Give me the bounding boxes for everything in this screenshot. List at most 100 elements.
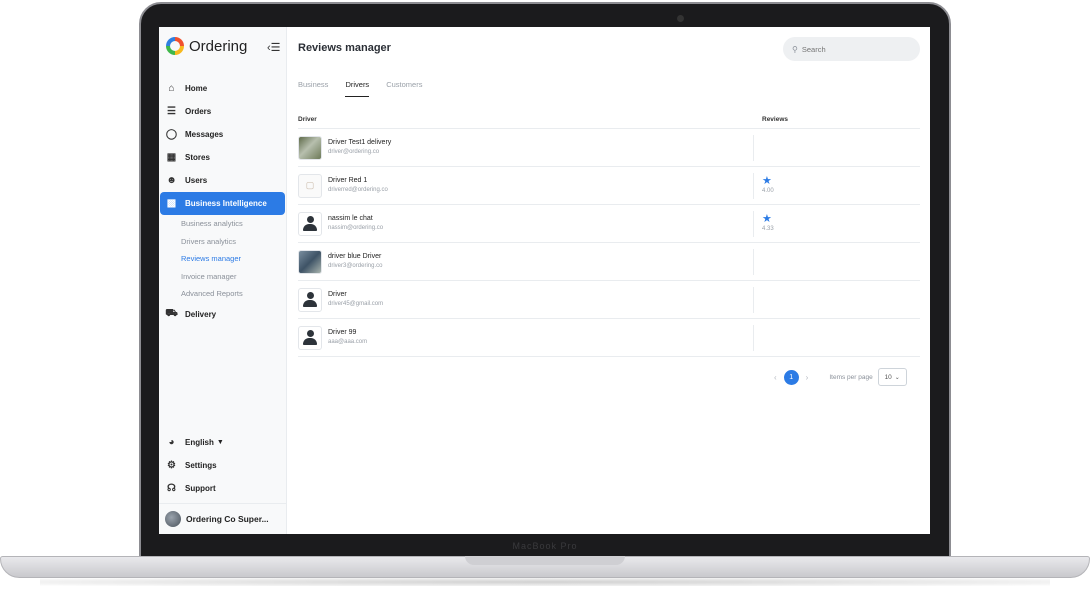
driver-photo xyxy=(298,287,322,312)
search-box[interactable]: ⚲ xyxy=(783,37,920,61)
laptop-notch xyxy=(465,556,625,565)
driver-cell: nassim le chat nassim@ordering.co xyxy=(298,210,754,237)
driver-name: Driver Test1 delivery xyxy=(328,139,392,146)
truck-icon: ⛟ xyxy=(165,307,178,319)
driver-photo xyxy=(298,249,322,274)
chevron-right-icon[interactable]: › xyxy=(806,373,809,382)
chat-icon: ◯ xyxy=(165,129,178,140)
logo[interactable]: Ordering xyxy=(166,37,247,55)
driver-cell: Driver 99 aaa@aaa.com xyxy=(298,324,754,351)
column-header-reviews: Reviews xyxy=(762,116,789,123)
headset-icon: ☊ xyxy=(167,483,176,494)
user-avatar-icon xyxy=(303,292,317,307)
sidebar-item-label: Stores xyxy=(185,153,210,162)
driver-cell: Driver Test1 delivery driver@ordering.co xyxy=(298,134,754,161)
reviews-cell: ★ 4.33 xyxy=(754,214,774,233)
table-row[interactable]: driver blue Driver driver3@ordering.co xyxy=(298,243,920,281)
table-row[interactable]: Driver Test1 delivery driver@ordering.co xyxy=(298,129,920,167)
search-input[interactable] xyxy=(801,44,902,54)
tab-customers[interactable]: Customers xyxy=(386,80,422,97)
driver-name: Driver Red 1 xyxy=(328,177,368,184)
gear-icon: ⚙ xyxy=(167,460,176,471)
chevron-down-icon: ⌄ xyxy=(894,374,900,381)
language-label: English xyxy=(185,438,214,447)
driver-cell: Driver driver45@gmail.com xyxy=(298,286,754,313)
sidebar-item-home[interactable]: ⌂ Home xyxy=(159,77,287,100)
table-row[interactable]: Driver 99 aaa@aaa.com xyxy=(298,319,920,357)
document-icon: ▢ xyxy=(305,180,315,190)
sidebar-item-label: Messages xyxy=(185,130,224,139)
bezel-label: MacBook Pro xyxy=(512,541,578,551)
pagination: ‹ 1 › Items per page 10 ⌄ xyxy=(767,368,907,386)
sidebar-item-business-intelligence[interactable]: ▩ Business Intelligence xyxy=(160,192,285,215)
driver-photo: ▢ xyxy=(298,173,322,198)
rating-value: 4.00 xyxy=(762,188,774,194)
reviews-table: Driver Reviews Driver Test1 delivery dri… xyxy=(298,111,920,357)
table-row[interactable]: ▢ Driver Red 1 driverred@ordering.co ★ 4… xyxy=(298,167,920,205)
driver-photo xyxy=(298,211,322,236)
home-icon: ⌂ xyxy=(168,83,175,94)
sidebar-subitem-business-analytics[interactable]: Business analytics xyxy=(181,215,287,233)
sidebar-item-orders[interactable]: ☰ Orders xyxy=(159,100,287,123)
sidebar-item-label: Users xyxy=(185,176,208,185)
table-row[interactable]: nassim le chat nassim@ordering.co ★ 4.33 xyxy=(298,205,920,243)
user-name: Ordering Co Super... xyxy=(186,514,269,524)
sidebar-item-label: Home xyxy=(185,84,208,93)
screen: Ordering ‹☰ ⌂ Home ☰ Orders ◯ Messages ▦… xyxy=(159,27,930,534)
sidebar-subitem-drivers-analytics[interactable]: Drivers analytics xyxy=(181,233,287,251)
driver-email: driver45@gmail.com xyxy=(328,301,384,307)
table-header: Driver Reviews xyxy=(298,111,920,129)
sidebar-subitem-invoice-manager[interactable]: Invoice manager xyxy=(181,268,287,286)
star-icon: ★ xyxy=(762,175,772,187)
sidebar-bottom: ◕ English ▼ ⚙ Settings ☊ Support xyxy=(159,431,287,500)
sidebar-item-users[interactable]: ☻ Users xyxy=(159,169,287,192)
sidebar-item-support[interactable]: ☊ Support xyxy=(159,477,287,500)
page-title: Reviews manager xyxy=(298,42,391,54)
driver-email: nassim@ordering.co xyxy=(328,225,384,231)
chevron-left-icon[interactable]: ‹ xyxy=(774,373,777,382)
sidebar-item-label: Settings xyxy=(185,461,217,470)
sidebar-item-stores[interactable]: ▦ Stores xyxy=(159,146,287,169)
tab-business[interactable]: Business xyxy=(298,80,328,97)
language-selector[interactable]: ◕ English ▼ xyxy=(159,431,287,454)
user-avatar-icon xyxy=(303,216,317,231)
sidebar-item-label: Delivery xyxy=(185,309,217,319)
driver-email: driver@ordering.co xyxy=(328,149,380,155)
driver-name: Driver 99 xyxy=(328,329,357,336)
sidebar-item-delivery[interactable]: ⛟ Delivery xyxy=(159,303,287,326)
column-header-driver: Driver xyxy=(298,116,317,123)
sidebar-item-label: Support xyxy=(185,484,216,493)
driver-name: nassim le chat xyxy=(328,215,373,222)
globe-icon: ◕ xyxy=(168,437,175,448)
driver-email: driver3@ordering.co xyxy=(328,263,383,269)
sidebar-item-label: Orders xyxy=(185,107,212,116)
sidebar-subitem-reviews-manager[interactable]: Reviews manager xyxy=(181,250,287,268)
rating-value: 4.33 xyxy=(762,226,774,232)
page-number-button[interactable]: 1 xyxy=(783,369,799,385)
collapse-menu-icon[interactable]: ‹☰ xyxy=(267,41,281,54)
store-icon: ▦ xyxy=(166,152,177,163)
sidebar-item-settings[interactable]: ⚙ Settings xyxy=(159,454,287,477)
tab-drivers[interactable]: Drivers xyxy=(345,80,370,97)
driver-name: driver blue Driver xyxy=(328,253,382,260)
bar-chart-icon: ▩ xyxy=(166,198,177,209)
user-avatar-icon xyxy=(303,330,317,345)
sidebar-item-label: Business Intelligence xyxy=(185,199,267,208)
driver-photo xyxy=(298,135,322,160)
reviews-cell: ★ 4.00 xyxy=(754,176,774,195)
logo-icon xyxy=(166,37,184,55)
sidebar-subitem-advanced-reports[interactable]: Advanced Reports xyxy=(181,285,287,303)
driver-email: aaa@aaa.com xyxy=(328,339,368,345)
sidebar-sub-list: Business analytics Drivers analytics Rev… xyxy=(159,215,287,303)
driver-email: driverred@ordering.co xyxy=(328,187,388,193)
items-per-page-select[interactable]: 10 ⌄ xyxy=(877,368,907,386)
sidebar-item-messages[interactable]: ◯ Messages xyxy=(159,123,287,146)
user-profile[interactable]: Ordering Co Super... xyxy=(159,503,287,534)
driver-photo xyxy=(298,325,322,350)
users-icon: ☻ xyxy=(166,175,177,186)
driver-name: Driver xyxy=(328,291,347,298)
list-icon: ☰ xyxy=(167,106,176,117)
table-row[interactable]: Driver driver45@gmail.com xyxy=(298,281,920,319)
caret-down-icon: ▼ xyxy=(216,439,224,446)
logo-text: Ordering xyxy=(189,37,248,55)
